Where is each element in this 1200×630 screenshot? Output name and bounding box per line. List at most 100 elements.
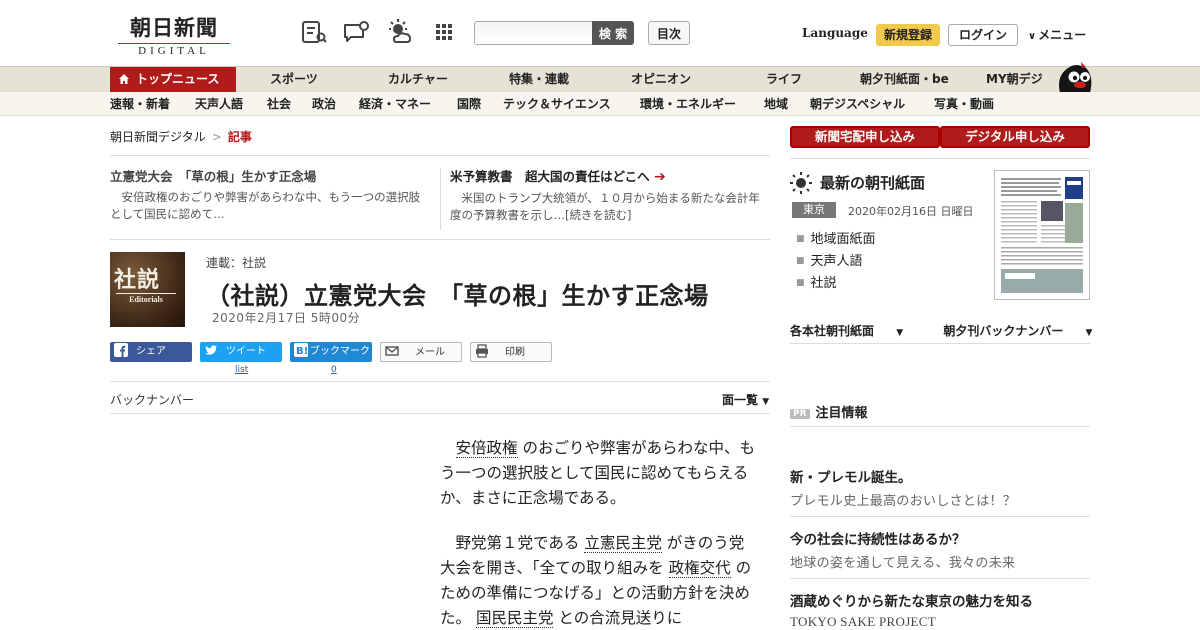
caret-down-icon: ▼ (896, 328, 904, 338)
nav-life[interactable]: ライフ (766, 67, 802, 92)
subnav-photo-video[interactable]: 写真・動画 (934, 92, 994, 116)
bullet-icon: ■ (796, 278, 805, 288)
nav-paper-be[interactable]: 朝夕刊紙面・be (860, 67, 949, 92)
subnav-society[interactable]: 社会 (267, 92, 291, 116)
thumb-en: Editorials (116, 293, 176, 304)
paper-date: 2020年02月16日 日曜日 (848, 205, 974, 218)
teaser-desc: 安倍政権のおごりや弊害があらわな中、もう一つの選択肢として国民に認めて… (110, 190, 421, 221)
logo-text-en: DIGITAL (118, 43, 230, 57)
grid-icon[interactable] (430, 18, 458, 46)
page-list-label: 面一覧 (722, 393, 759, 407)
paper-link-local[interactable]: ■ 地域面紙面 (796, 228, 876, 247)
nav-top-news[interactable]: トップニュース (110, 67, 236, 92)
twitter-count[interactable]: list (235, 365, 248, 375)
subscribe-digital-button[interactable]: デジタル申し込み (940, 126, 1090, 148)
nav-opinion[interactable]: オピニオン (631, 67, 691, 92)
menu-button[interactable]: ∨ メニュー (1028, 26, 1086, 43)
sub-nav: 速報・新着 天声人語 社会 政治 経済・マネー 国際 テック＆サイエンス 環境・… (0, 92, 1200, 116)
subnav-environment[interactable]: 環境・エネルギー (640, 92, 736, 116)
home-icon (119, 74, 129, 84)
menu-label: メニュー (1038, 28, 1087, 42)
pr-title: 注目情報 (815, 406, 868, 421)
twitter-share-button[interactable]: ツイート (200, 342, 282, 362)
thumb-kanji: 社説 (114, 267, 161, 293)
teaser-desc: 米国のトランプ大統領が、１０月から始まる新たな会計年度の予算教書を示し…[続きを… (450, 191, 760, 222)
bullet-icon: ■ (796, 234, 805, 244)
article-paragraph: 安倍政権 のおごりや弊害があらわな中、もう一つの選択肢として国民に認めてもらえる… (440, 436, 756, 511)
subnav-economy[interactable]: 経済・マネー (359, 92, 431, 116)
paper-link-editorial[interactable]: ■ 社説 (796, 272, 837, 291)
subnav-tech-science[interactable]: テック＆サイエンス (503, 92, 611, 116)
nav-culture[interactable]: カルチャー (388, 67, 448, 92)
nav-my-asadigi[interactable]: MY朝デジ (986, 67, 1043, 92)
bullet-icon: ■ (796, 256, 805, 266)
breadcrumb: 朝日新聞デジタル > 記事 (110, 128, 252, 145)
message-icon[interactable] (342, 18, 370, 46)
keyword-link[interactable]: 政権交代 (668, 559, 731, 578)
keyword-link[interactable]: 立憲民主党 (584, 534, 662, 553)
ad-desc: TOKYO SAKE PROJECT (790, 614, 937, 629)
hatena-bookmark-button[interactable]: B! ブックマーク (290, 342, 372, 362)
series-label[interactable]: 連載：社説 (206, 254, 266, 271)
paper-link-tenseijingo[interactable]: ■ 天声人語 (796, 250, 863, 269)
subnav-international[interactable]: 国際 (457, 92, 481, 116)
site-logo[interactable]: 朝日新聞 DIGITAL (118, 12, 230, 57)
subscribe-paper-button[interactable]: 新聞宅配申し込み (790, 126, 940, 148)
article-body: 安倍政権 のおごりや弊害があらわな中、もう一つの選択肢として国民に認めてもらえる… (440, 436, 756, 630)
search-button[interactable]: 検 索 (592, 21, 634, 45)
nav-features[interactable]: 特集・連載 (509, 67, 569, 92)
pr-ad-item[interactable]: 酒蔵めぐりから新たな東京の魅力を知る TOKYO SAKE PROJECT (790, 590, 1090, 630)
print-button[interactable]: 印刷 (470, 342, 552, 362)
newspaper-search-icon[interactable] (300, 18, 328, 46)
toc-button[interactable]: 目次 (648, 21, 690, 45)
hatena-icon: B! (294, 343, 308, 357)
related-article-teaser[interactable]: 米予算教書 超大国の責任はどこへ ➔ 米国のトランプ大統領が、１０月から始まる新… (450, 168, 770, 224)
pr-heading: PR 注目情報 (790, 402, 868, 421)
hatena-count[interactable]: 0 (331, 365, 337, 375)
facebook-share-button[interactable]: シェア (110, 342, 192, 362)
divider (790, 343, 1090, 344)
nav-sports[interactable]: スポーツ (270, 67, 318, 92)
divider (790, 578, 1090, 579)
breadcrumb-current: 記事 (227, 130, 252, 144)
share-label: シェア (136, 346, 166, 357)
subnav-tenseijingo[interactable]: 天声人語 (195, 92, 243, 116)
back-issue-dropdown[interactable]: 朝夕刊バックナンバー ▼ (943, 324, 1110, 338)
keyword-link[interactable]: 安倍政権 (455, 439, 518, 458)
editorial-thumbnail: 社説 Editorials (110, 252, 185, 327)
pr-ad-item[interactable]: 今の社会に持続性はあるか？ 地球の姿を通して見える、我々の未来 (790, 528, 1090, 571)
newspaper-page-image (999, 175, 1085, 295)
chevron-down-icon: ∨ (1028, 31, 1037, 42)
teaser-title: 立憲党大会 「草の根」生かす正念場 (110, 169, 317, 184)
pr-badge: PR (790, 409, 810, 419)
keyword-link[interactable]: 国民民主党 (475, 609, 554, 628)
regional-paper-dropdown[interactable]: 各本社朝刊紙面 ▼ (790, 324, 921, 338)
signup-button[interactable]: 新規登録 (876, 24, 940, 46)
ad-title: 今の社会に持続性はあるか？ (790, 532, 966, 548)
mail-share-button[interactable]: メール (380, 342, 462, 362)
weather-icon[interactable] (386, 18, 414, 46)
back-number-link[interactable]: バックナンバー (110, 391, 194, 408)
breadcrumb-separator: > (211, 130, 222, 144)
caret-down-icon: ▼ (1085, 328, 1093, 338)
global-nav: トップニュース スポーツ カルチャー 特集・連載 オピニオン ライフ 朝夕刊紙面… (0, 66, 1200, 92)
subnav-local[interactable]: 地域 (764, 92, 788, 116)
divider (790, 516, 1090, 517)
divider (790, 158, 1090, 159)
login-button[interactable]: ログイン (948, 24, 1018, 46)
subnav-politics[interactable]: 政治 (312, 92, 336, 116)
subnav-breaking[interactable]: 速報・新着 (110, 92, 170, 116)
breadcrumb-home[interactable]: 朝日新聞デジタル (110, 130, 206, 144)
twitter-icon (205, 345, 217, 355)
divider (110, 381, 770, 382)
site-header: 朝日新聞 DIGITAL 検 索 目次 Language 新規登録 ログイン ∨… (0, 0, 1200, 66)
language-link[interactable]: Language (802, 26, 868, 40)
pr-ad-item[interactable]: 新・プレモル誕生。 プレモル史上最高のおいしさとは！？ (790, 466, 1090, 509)
page-list-dropdown[interactable]: 面一覧 ▼ (722, 391, 769, 408)
region-badge: 東京 (792, 202, 836, 218)
search-input[interactable] (474, 21, 594, 45)
subnav-special[interactable]: 朝デジスペシャル (810, 92, 905, 116)
related-article-teaser[interactable]: 立憲党大会 「草の根」生かす正念場 安倍政権のおごりや弊害があらわな中、もう一つ… (110, 168, 426, 223)
arrow-right-icon: ➔ (654, 169, 666, 185)
newspaper-thumbnail[interactable] (994, 170, 1090, 300)
